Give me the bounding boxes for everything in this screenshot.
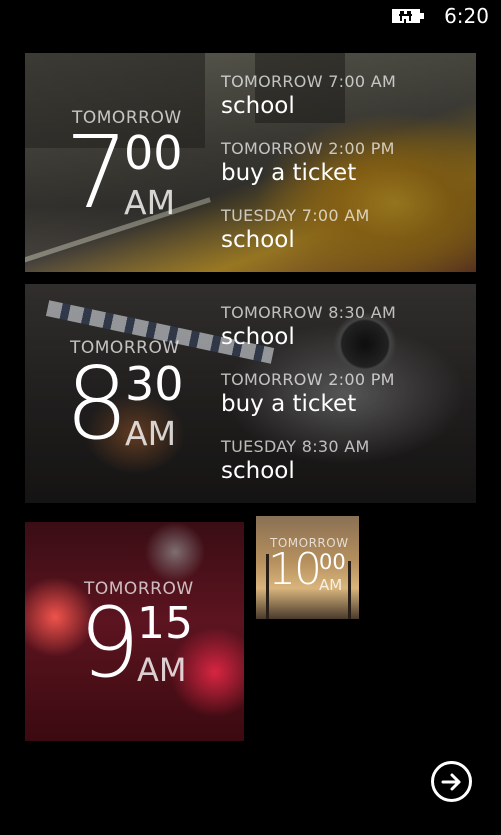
status-time: 6:20: [444, 4, 489, 28]
event-title: school: [221, 93, 295, 119]
event-title: buy a ticket: [221, 391, 357, 417]
event-title: school: [221, 458, 295, 484]
alarm-tile-4[interactable]: TOMORROW 10 00 AM: [256, 516, 359, 619]
event-time: TUESDAY 8:30 AM: [221, 437, 370, 456]
alarm-ampm: AM: [137, 651, 187, 689]
alarm-ampm: AM: [319, 576, 343, 594]
arrow-right-circle-icon: [441, 773, 460, 790]
alarm-hour: 7: [65, 114, 129, 231]
alarm-hour: 9: [79, 587, 141, 699]
alarm-ampm: AM: [124, 183, 176, 222]
event-title: school: [221, 227, 295, 253]
status-bar: 6:20: [0, 0, 501, 34]
alarm-tile-3[interactable]: TOMORROW 9 15 AM: [25, 522, 244, 741]
event-title: school: [221, 324, 295, 350]
alarm-minute: 30: [125, 357, 184, 411]
event-time: TOMORROW 7:00 AM: [221, 72, 397, 91]
alarm-ampm: AM: [125, 414, 177, 453]
event-item: TOMORROW 2:00 PM buy a ticket: [221, 139, 395, 186]
alarm-hour: 10: [268, 544, 322, 595]
event-time: TUESDAY 7:00 AM: [221, 206, 370, 225]
event-item: TOMORROW 2:00 PM buy a ticket: [221, 370, 395, 417]
event-item: TOMORROW 7:00 AM school: [221, 72, 396, 119]
event-item: TOMORROW 8:30 AM school: [221, 303, 396, 350]
alarm-minute: 00: [124, 126, 183, 180]
event-item: TUESDAY 8:30 AM school: [221, 437, 370, 484]
event-time: TOMORROW 2:00 PM: [221, 370, 395, 389]
event-time: TOMORROW 8:30 AM: [221, 303, 397, 322]
event-title: buy a ticket: [221, 160, 357, 186]
alarm-tile-1[interactable]: TOMORROW 7 00 AM TOMORROW 7:00 AM school…: [25, 53, 476, 272]
alarm-minute: 00: [319, 550, 346, 574]
alarm-tile-2[interactable]: TOMORROW 8 30 AM TOMORROW 8:30 AM school…: [25, 284, 476, 503]
alarm-minute: 15: [137, 598, 193, 649]
event-item: TUESDAY 7:00 AM school: [221, 206, 370, 253]
next-button[interactable]: [431, 761, 472, 802]
alarm-hour: 8: [65, 345, 129, 462]
event-time: TOMORROW 2:00 PM: [221, 139, 395, 158]
battery-charging-icon: [392, 9, 424, 23]
